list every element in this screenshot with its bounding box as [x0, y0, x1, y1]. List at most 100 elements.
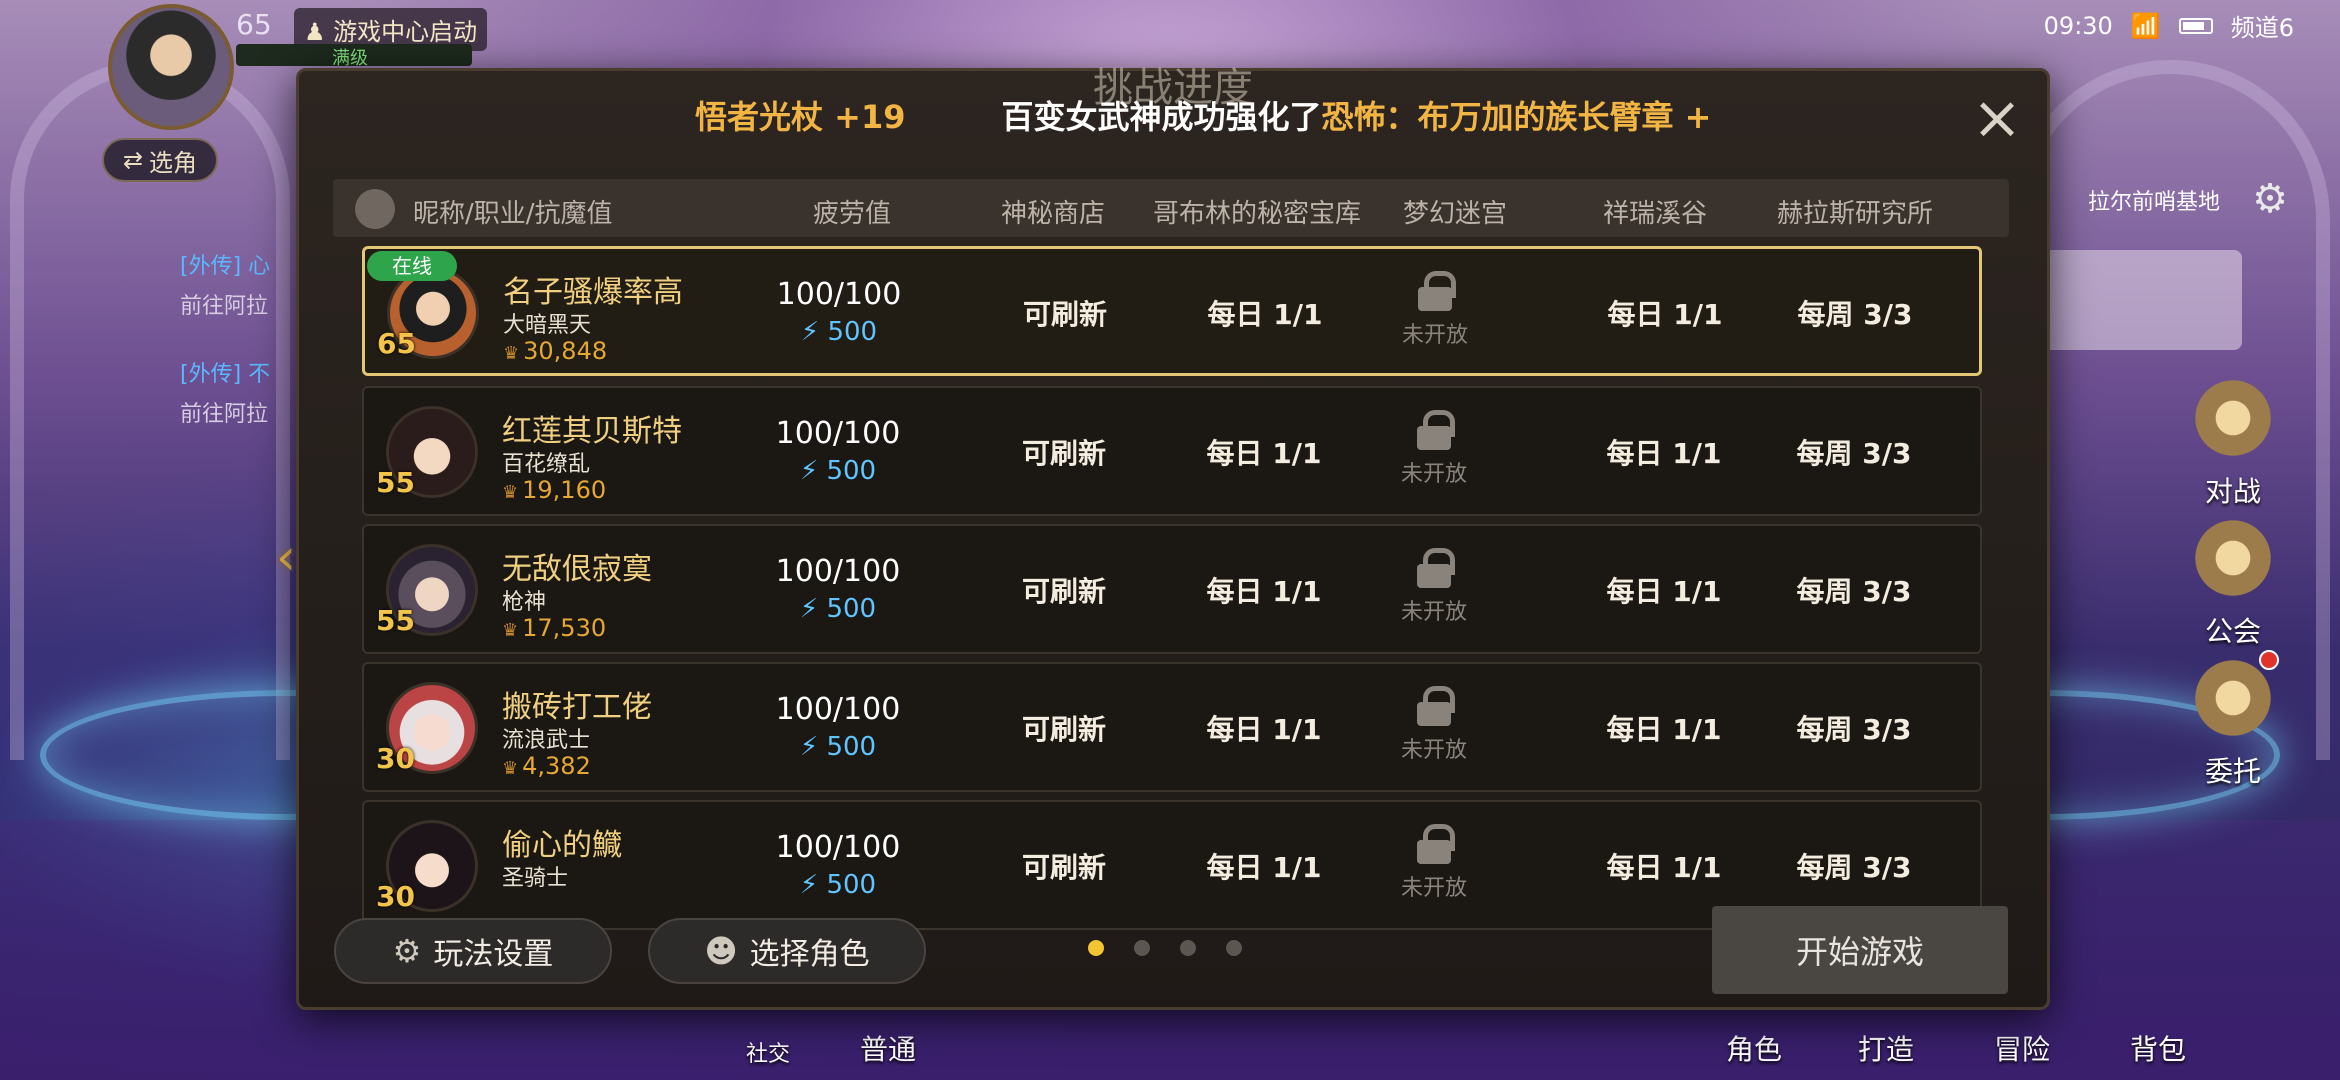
character-row[interactable]: 在线 65 名子骚爆率高 大暗黑天 ♛ 30,848 100/100 ⚡ 500 …: [362, 246, 1982, 376]
maze-status-text: 未开放: [1400, 462, 1467, 487]
fatigue-extra-value: 500: [826, 732, 877, 762]
nav-adventure[interactable]: 冒险: [1994, 1028, 2050, 1068]
nav-normal[interactable]: 普通: [860, 1028, 916, 1068]
player-avatar[interactable]: [108, 4, 234, 130]
valley-status: 每日 1/1: [1606, 437, 1722, 470]
character-level: 55: [376, 604, 415, 637]
maze-status-text: 未开放: [1400, 738, 1467, 763]
switch-character-button[interactable]: ⇄ 选角: [102, 138, 218, 182]
character-name: 名子骚爆率高: [503, 275, 683, 310]
character-power: ♛ 19,160: [502, 476, 606, 504]
power-value: 4,382: [522, 752, 591, 780]
col-fatigue: 疲劳值: [813, 199, 892, 229]
lock-icon: [1418, 271, 1456, 311]
table-header: 昵称/职业/抗魔值 疲劳值 神秘商店 哥布林的秘密宝库 梦幻迷宫 祥瑞溪谷 赫拉…: [333, 179, 2009, 237]
nav-craft[interactable]: 打造: [1858, 1028, 1914, 1068]
character-icon: ☻: [704, 932, 738, 970]
page-dot-3[interactable]: [1180, 940, 1196, 956]
character-level: 30: [376, 742, 415, 775]
fatigue-extra: ⚡ 500: [748, 732, 928, 762]
maze-status: 未开放: [1375, 271, 1495, 349]
character-job: 百花缭乱: [502, 452, 591, 477]
ticker-segment-1: 悟者光杖 +19: [695, 98, 906, 136]
shop-status: 可刷新: [1021, 437, 1106, 470]
fatigue-extra-value: 500: [826, 870, 877, 900]
gameplay-settings-label: 玩法设置: [433, 937, 554, 972]
character-job: 圣骑士: [502, 866, 569, 891]
swap-icon: ⇄: [122, 146, 144, 174]
character-name: 红莲其贝斯特: [502, 414, 682, 449]
chat-text: 不: [248, 362, 271, 387]
menu-guild[interactable]: 公会: [2178, 510, 2288, 650]
character-power: ♛ 17,530: [502, 614, 606, 642]
page-dot-4[interactable]: [1226, 940, 1242, 956]
clock: 09:30: [2043, 11, 2113, 40]
close-icon[interactable]: ×: [1969, 88, 2025, 149]
channel-label: 频道6: [2230, 14, 2294, 42]
power-icon: ♛: [502, 482, 519, 503]
menu-battle[interactable]: 对战: [2178, 370, 2288, 510]
battery-icon: [2178, 17, 2213, 34]
col-shop: 神秘商店: [1001, 199, 1106, 229]
fatigue-value: 100/100: [775, 692, 901, 727]
start-game-button[interactable]: 开始游戏: [1712, 906, 2008, 994]
chat-line-2[interactable]: [外传] 不 前往阿拉: [180, 356, 270, 428]
page-dot-2[interactable]: [1134, 940, 1150, 956]
character-level: 55: [376, 466, 415, 499]
select-character-label: 选择角色: [749, 937, 870, 972]
lab-status: 每周 3/3: [1796, 851, 1912, 884]
start-game-label: 开始游戏: [1795, 933, 1924, 971]
chat-tag: [外传]: [180, 362, 242, 387]
right-info-panel: [2042, 250, 2242, 350]
power-icon: ♛: [502, 758, 519, 779]
goblin-status: 每日 1/1: [1206, 575, 1322, 608]
fatigue-value: 100/100: [775, 416, 901, 451]
commission-icon: [2185, 650, 2281, 746]
character-row[interactable]: 30 搬砖打工佬 流浪武士 ♛ 4,382 100/100 ⚡ 500 可刷新 每…: [362, 662, 1982, 792]
chat-line-1[interactable]: [外传] 心 前往阿拉: [180, 248, 270, 320]
nav-social[interactable]: 社交: [746, 1036, 790, 1068]
character-name: 偷心的鱵: [502, 828, 622, 863]
valley-status: 每日 1/1: [1606, 851, 1722, 884]
fatigue-value: 100/100: [775, 830, 901, 865]
maze-status: 未开放: [1374, 410, 1494, 488]
fatigue-extra-value: 500: [826, 594, 877, 624]
maze-status: 未开放: [1374, 824, 1494, 902]
gameplay-settings-button[interactable]: ⚙ 玩法设置: [334, 918, 612, 984]
fatigue-extra: ⚡ 500: [748, 456, 928, 486]
character-head-icon: [355, 189, 395, 229]
lab-status: 每周 3/3: [1796, 575, 1912, 608]
character-row[interactable]: 55 红莲其贝斯特 百花缭乱 ♛ 19,160 100/100 ⚡ 500 可刷新…: [362, 386, 1982, 516]
fatigue-value: 100/100: [776, 277, 902, 312]
col-goblin: 哥布林的秘密宝库: [1153, 199, 1362, 229]
goblin-status: 每日 1/1: [1206, 851, 1322, 884]
power-value: 30,848: [523, 337, 608, 365]
fatigue-value: 100/100: [775, 554, 901, 589]
character-row[interactable]: 55 无敌佷寂寞 枪神 ♛ 17,530 100/100 ⚡ 500 可刷新 每日…: [362, 524, 1982, 654]
battle-icon: [2185, 370, 2281, 466]
col-maze: 梦幻迷宫: [1403, 199, 1508, 229]
character-level: 65: [377, 327, 416, 360]
power-icon: ♛: [502, 620, 519, 641]
prev-page-arrow-icon[interactable]: ‹: [276, 528, 296, 586]
col-valley: 祥瑞溪谷: [1603, 199, 1708, 229]
goblin-status: 每日 1/1: [1206, 437, 1322, 470]
ticker-segment-2: 百变女武神成功强化了: [905, 98, 1322, 136]
menu-commission[interactable]: 委托: [2178, 650, 2288, 790]
chat-tag: [外传]: [180, 254, 242, 279]
character-power: ♛ 4,382: [502, 752, 591, 780]
lab-status: 每周 3/3: [1797, 298, 1913, 331]
page-indicator: [1088, 940, 1242, 956]
notification-dot: [2259, 650, 2279, 670]
page-dot-1[interactable]: [1088, 940, 1104, 956]
select-character-button[interactable]: ☻ 选择角色: [648, 918, 926, 984]
maze-status-text: 未开放: [1401, 323, 1468, 348]
shop-status: 可刷新: [1021, 575, 1106, 608]
valley-status: 每日 1/1: [1607, 298, 1723, 331]
character-job: 大暗黑天: [503, 313, 592, 338]
settings-gear-icon[interactable]: ⚙: [2252, 176, 2288, 222]
nav-bag[interactable]: 背包: [2130, 1028, 2186, 1068]
goblin-status: 每日 1/1: [1206, 713, 1322, 746]
character-power: ♛ 30,848: [503, 337, 607, 365]
nav-character[interactable]: 角色: [1726, 1028, 1782, 1068]
